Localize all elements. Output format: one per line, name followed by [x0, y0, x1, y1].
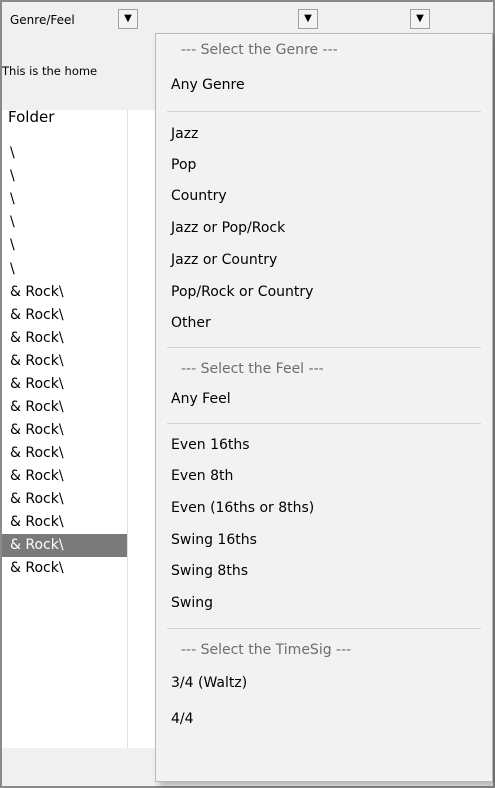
menu-item-genre[interactable]: Jazz or Country — [156, 246, 492, 274]
menu-header-timesig: --- Select the TimeSig --- — [181, 642, 352, 658]
menu-header-feel: --- Select the Feel --- — [181, 361, 324, 377]
list-item[interactable]: & Rock\ — [2, 419, 127, 442]
menu-item-feel[interactable]: Even 16ths — [156, 431, 492, 459]
menu-item-feel[interactable]: Even (16ths or 8ths) — [156, 494, 492, 522]
list-item[interactable]: \ — [2, 234, 127, 257]
column-divider — [127, 110, 128, 748]
menu-item-genre[interactable]: Pop — [156, 151, 492, 179]
genre-feel-dropdown-menu: --- Select the Genre --- Any Genre Jazz … — [155, 33, 493, 782]
list-item[interactable]: \ — [2, 258, 127, 281]
menu-item-genre[interactable]: Other — [156, 309, 492, 337]
third-dropdown-button[interactable]: ▼ — [410, 9, 430, 29]
list-item[interactable]: & Rock\ — [2, 534, 127, 557]
menu-header-genre: --- Select the Genre --- — [181, 42, 338, 58]
chevron-down-icon: ▼ — [416, 13, 424, 24]
list-item[interactable]: & Rock\ — [2, 396, 127, 419]
menu-item-any-genre[interactable]: Any Genre — [156, 71, 492, 99]
menu-separator — [167, 423, 481, 424]
folder-column-header[interactable]: Folder — [8, 108, 54, 126]
menu-separator — [167, 347, 481, 348]
menu-separator — [167, 628, 481, 629]
menu-item-feel[interactable]: Swing 16ths — [156, 526, 492, 554]
menu-separator — [167, 111, 481, 112]
list-item[interactable]: & Rock\ — [2, 304, 127, 327]
menu-item-genre[interactable]: Country — [156, 182, 492, 210]
menu-item-feel[interactable]: Even 8th — [156, 462, 492, 490]
list-item[interactable]: & Rock\ — [2, 557, 127, 580]
chevron-down-icon: ▼ — [124, 13, 132, 24]
list-item[interactable]: & Rock\ — [2, 350, 127, 373]
menu-item-genre[interactable]: Pop/Rock or Country — [156, 278, 492, 306]
list-item[interactable]: \ — [2, 142, 127, 165]
second-dropdown-button[interactable]: ▼ — [298, 9, 318, 29]
genre-feel-label: Genre/Feel — [10, 13, 75, 27]
list-item[interactable]: \ — [2, 188, 127, 211]
list-item[interactable]: & Rock\ — [2, 465, 127, 488]
menu-item-feel[interactable]: Swing — [156, 589, 492, 617]
list-item[interactable]: & Rock\ — [2, 511, 127, 534]
menu-item-genre[interactable]: Jazz — [156, 120, 492, 148]
list-item[interactable]: & Rock\ — [2, 373, 127, 396]
menu-item-timesig[interactable]: 4/4 — [156, 705, 492, 733]
toolbar: Genre/Feel ▼ ▼ ▼ — [2, 2, 493, 36]
list-item[interactable]: & Rock\ — [2, 327, 127, 350]
list-item[interactable]: \ — [2, 211, 127, 234]
genre-feel-dropdown-button[interactable]: ▼ — [118, 9, 138, 29]
menu-item-timesig[interactable]: 3/4 (Waltz) — [156, 669, 492, 697]
list-item[interactable]: & Rock\ — [2, 442, 127, 465]
list-item[interactable]: & Rock\ — [2, 281, 127, 304]
chevron-down-icon: ▼ — [304, 13, 312, 24]
list-item[interactable]: & Rock\ — [2, 488, 127, 511]
info-text: This is the home — [2, 64, 98, 78]
menu-item-any-feel[interactable]: Any Feel — [156, 385, 492, 413]
menu-item-genre[interactable]: Jazz or Pop/Rock — [156, 214, 492, 242]
menu-item-feel[interactable]: Swing 8ths — [156, 557, 492, 585]
list-item[interactable]: \ — [2, 165, 127, 188]
